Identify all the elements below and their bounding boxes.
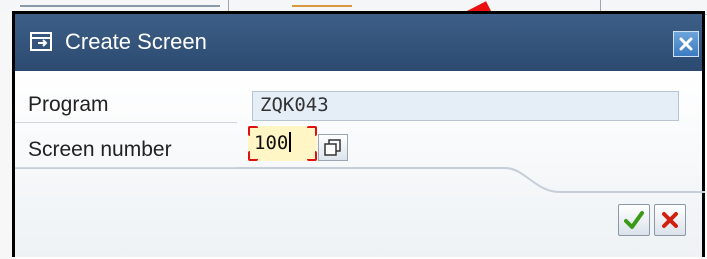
dialog-title: Create Screen xyxy=(65,29,207,54)
checkmark-icon xyxy=(624,211,644,229)
background-text xyxy=(292,5,352,7)
continue-button[interactable] xyxy=(618,204,650,236)
cancel-x-icon xyxy=(662,212,678,228)
focus-corner xyxy=(248,151,258,161)
screen-number-label: Screen number xyxy=(28,138,172,161)
create-screen-icon xyxy=(30,32,52,51)
close-button[interactable] xyxy=(673,31,699,57)
focus-corner xyxy=(307,151,317,161)
dialog-titlebar[interactable]: Create Screen xyxy=(15,14,702,71)
text-cursor xyxy=(289,132,292,152)
decorative-wave xyxy=(15,167,705,193)
program-field[interactable]: ZQK043 xyxy=(252,91,679,121)
dialog-body: Program ZQK043 Screen number 100 xyxy=(15,71,705,257)
create-screen-dialog: Create Screen Program ZQK043 Screen numb… xyxy=(12,11,705,257)
screen-number-field[interactable]: 100 xyxy=(248,126,317,161)
focus-corner xyxy=(307,126,317,136)
background-window-edge xyxy=(0,14,12,259)
background-text xyxy=(20,5,220,7)
program-label: Program xyxy=(28,93,109,116)
row-divider xyxy=(15,122,237,123)
possible-entries-button[interactable] xyxy=(318,134,348,161)
screen-number-value: 100 xyxy=(254,132,289,154)
copy-icon xyxy=(324,138,341,156)
focus-corner xyxy=(248,126,258,136)
close-icon xyxy=(679,37,693,51)
cancel-button[interactable] xyxy=(654,204,686,236)
row-divider xyxy=(15,167,237,168)
